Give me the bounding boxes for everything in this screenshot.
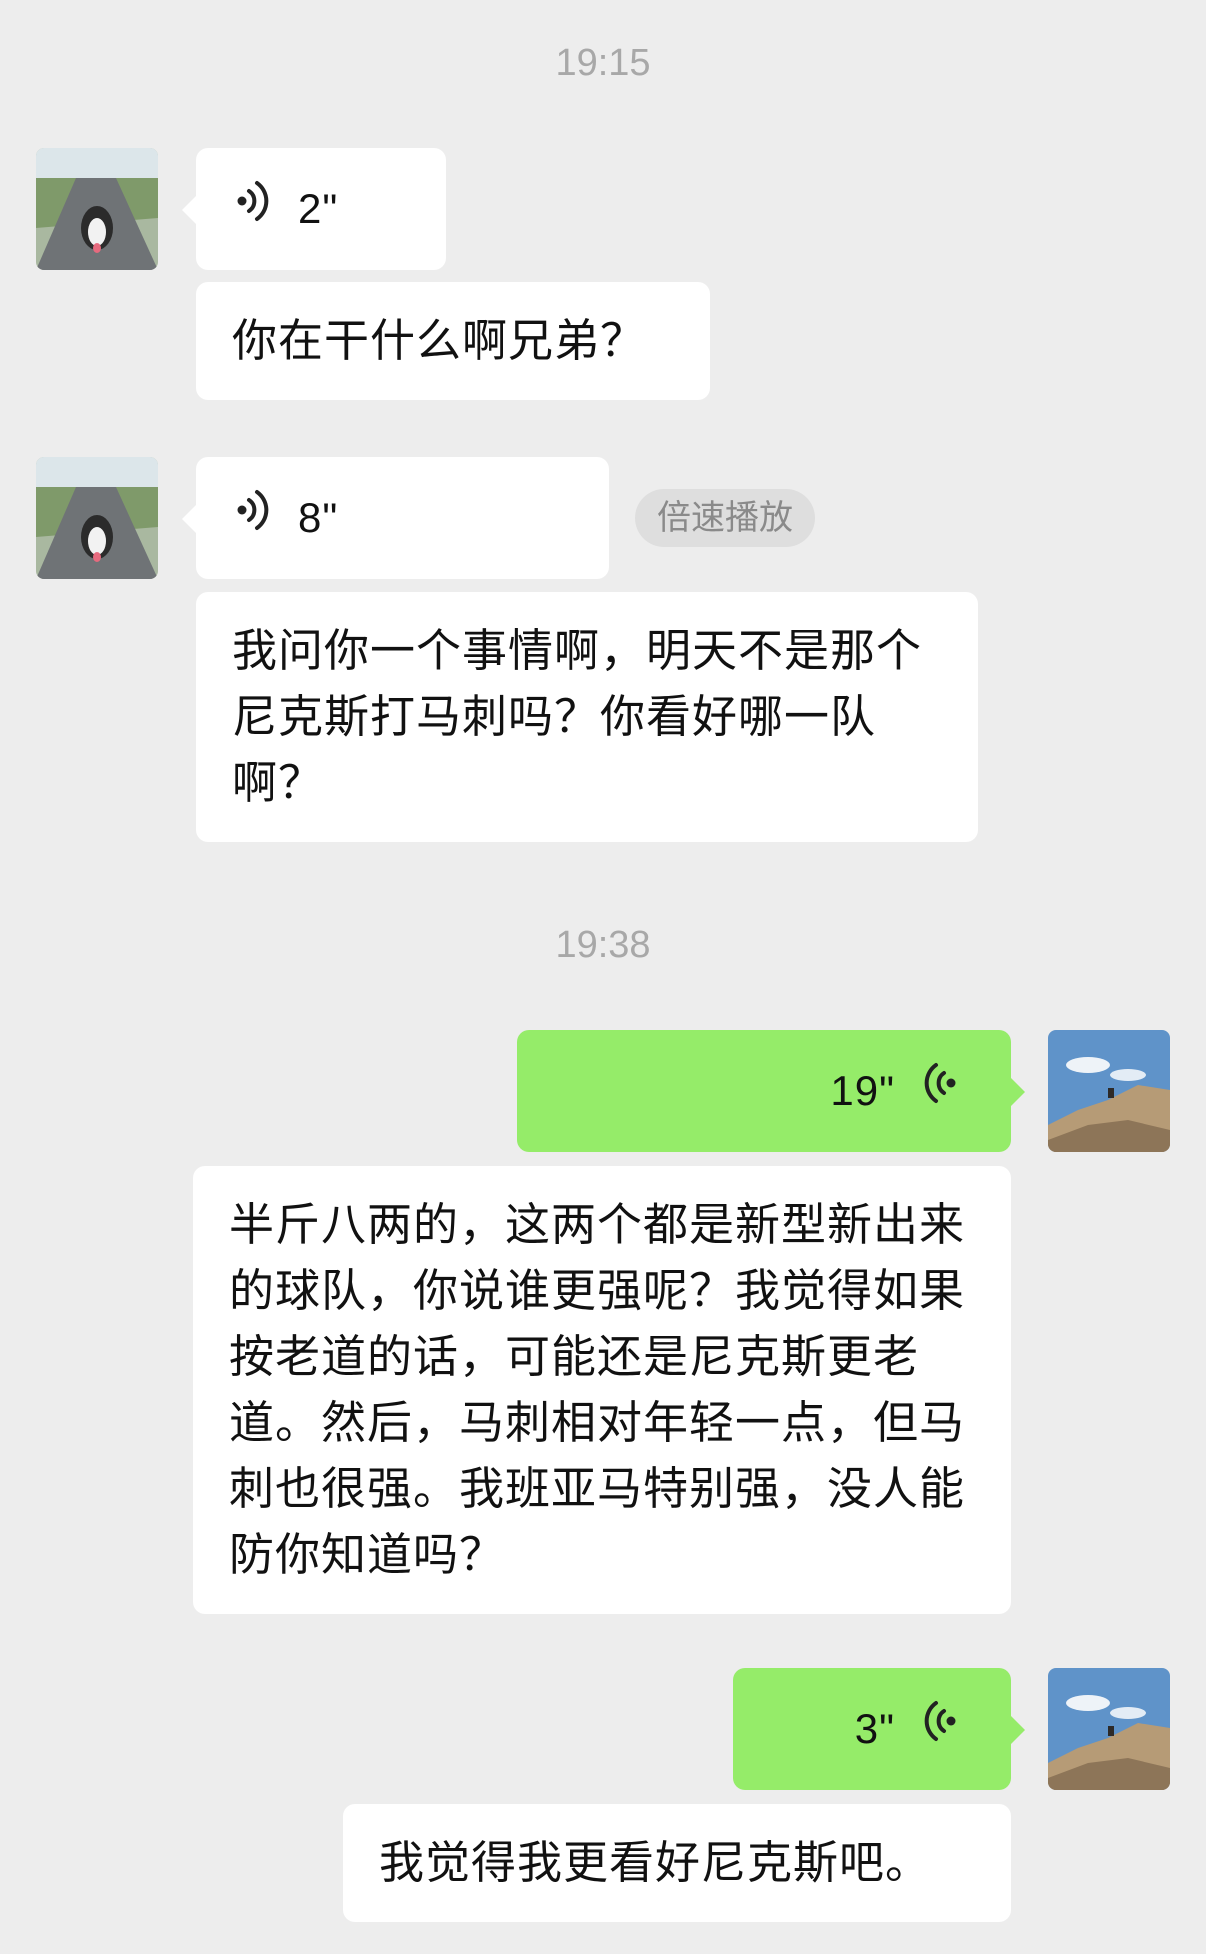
message-text: 我问你一个事情啊，明天不是那个尼克斯打马刺吗？你看好哪一队啊？ <box>232 624 923 809</box>
timestamp-1: 19:15 <box>555 42 651 84</box>
voice-message-3[interactable]: 8" <box>182 457 609 579</box>
timestamp-2: 19:38 <box>555 924 651 966</box>
friend-avatar[interactable] <box>36 148 158 270</box>
voice-wave-icon <box>921 1058 957 1124</box>
dog-avatar-icon <box>36 148 158 270</box>
voice-duration: 2" <box>298 185 339 232</box>
message-text: 你在干什么啊兄弟？ <box>232 314 647 367</box>
message-text: 半斤八两的，这两个都是新型新出来的球队，你说谁更强呢？我觉得如果按老道的话，可能… <box>229 1198 966 1581</box>
dog-avatar-icon <box>36 457 158 579</box>
my-avatar[interactable] <box>1048 1030 1170 1152</box>
voice-message-7[interactable]: 3" <box>733 1668 1025 1790</box>
text-message-4[interactable]: 我问你一个事情啊，明天不是那个尼克斯打马刺吗？你看好哪一队啊？ <box>196 592 978 842</box>
speed-playback-button[interactable]: 倍速播放 <box>635 489 815 547</box>
voice-duration: 8" <box>298 494 339 541</box>
text-message-8[interactable]: 我觉得我更看好尼克斯吧。 <box>343 1804 1011 1922</box>
voice-duration: 3" <box>854 1705 895 1752</box>
text-message-2[interactable]: 你在干什么啊兄弟？ <box>196 282 710 400</box>
landscape-avatar-icon <box>1048 1668 1170 1790</box>
my-avatar[interactable] <box>1048 1668 1170 1790</box>
landscape-avatar-icon <box>1048 1030 1170 1152</box>
voice-message-5[interactable]: 19" <box>517 1030 1025 1152</box>
voice-wave-icon <box>236 485 272 551</box>
text-message-6[interactable]: 半斤八两的，这两个都是新型新出来的球队，你说谁更强呢？我觉得如果按老道的话，可能… <box>193 1166 1011 1614</box>
voice-wave-icon <box>921 1696 957 1762</box>
voice-message-1[interactable]: 2" <box>182 148 446 270</box>
message-text: 我觉得我更看好尼克斯吧。 <box>379 1836 932 1889</box>
voice-wave-icon <box>236 176 272 242</box>
voice-duration: 19" <box>830 1067 895 1114</box>
friend-avatar[interactable] <box>36 457 158 579</box>
